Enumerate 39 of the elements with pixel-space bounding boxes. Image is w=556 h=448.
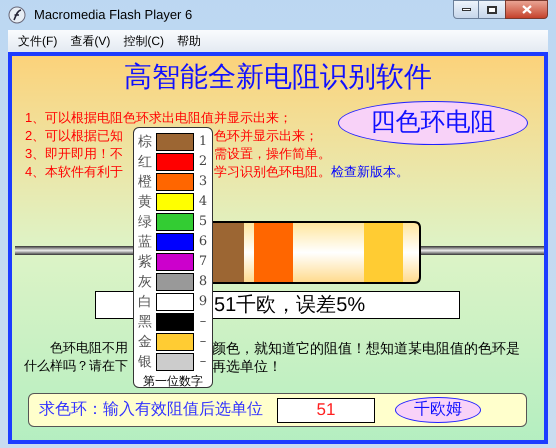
feature-text: 2、可以根据已知 xyxy=(25,127,124,145)
flash-logo-icon xyxy=(8,6,26,24)
close-button[interactable] xyxy=(505,0,548,19)
color-option[interactable]: 棕 1 xyxy=(134,132,212,152)
feature-text: 4、本软件有利于 xyxy=(25,163,124,181)
heading: 高智能全新电阻识别软件 xyxy=(123,60,433,94)
feature-text: 1、可以根据电阻色环求出电阻值并显示出来； xyxy=(25,109,292,127)
color-option[interactable]: 红 2 xyxy=(134,152,212,172)
intro-text: 什么样吗？请在下 xyxy=(24,357,129,375)
feature-text: 3、即开即用！不 xyxy=(25,145,124,163)
color-option[interactable]: 橙 3 xyxy=(134,172,212,192)
color-option[interactable]: 紫 7 xyxy=(134,252,212,272)
check-update-link[interactable]: 检查新版本。 xyxy=(331,163,409,181)
color-option[interactable]: 白 9 xyxy=(134,292,212,312)
color-option[interactable]: 绿 5 xyxy=(134,212,212,232)
menu-item[interactable]: 帮助 xyxy=(171,32,207,50)
menu-item[interactable]: 控制(C) xyxy=(117,32,170,50)
find-bands-label: 求色环：输入有效阻值后选单位 xyxy=(39,400,263,420)
color-option[interactable]: 蓝 6 xyxy=(134,232,212,252)
color-option[interactable]: 黄 4 xyxy=(134,192,212,212)
resistance-input[interactable]: 51 xyxy=(277,398,375,422)
minimize-button[interactable] xyxy=(453,0,479,19)
maximize-button[interactable] xyxy=(479,0,505,19)
feature-text: 色环并显示出来； xyxy=(214,127,318,145)
feature-text: 学习识别色环电阻。 xyxy=(214,163,331,181)
menu-item[interactable]: 查看(V) xyxy=(64,32,116,50)
intro-text: 色环电阻不用 xyxy=(49,339,129,357)
feature-text: 需设置，操作简单。 xyxy=(214,145,331,163)
close-icon xyxy=(522,5,532,14)
intro-text: 再选单位！ xyxy=(212,357,282,375)
unit-button[interactable]: 千欧姆 xyxy=(395,397,481,423)
color-option[interactable]: 灰 8 xyxy=(134,272,212,292)
intro-text: 颜色，就知道它的阻值！想知道某电阻值的色环是 xyxy=(212,339,520,357)
menu-item[interactable]: 文件(F) xyxy=(12,32,64,50)
mode-badge: 四色环电阻 xyxy=(338,101,528,145)
window-title: Macromedia Flash Player 6 xyxy=(34,6,192,24)
color-option[interactable]: 银 – xyxy=(134,352,212,372)
color-option[interactable]: 金 – xyxy=(134,332,212,352)
picker-caption: 第一位数字 xyxy=(142,374,204,388)
